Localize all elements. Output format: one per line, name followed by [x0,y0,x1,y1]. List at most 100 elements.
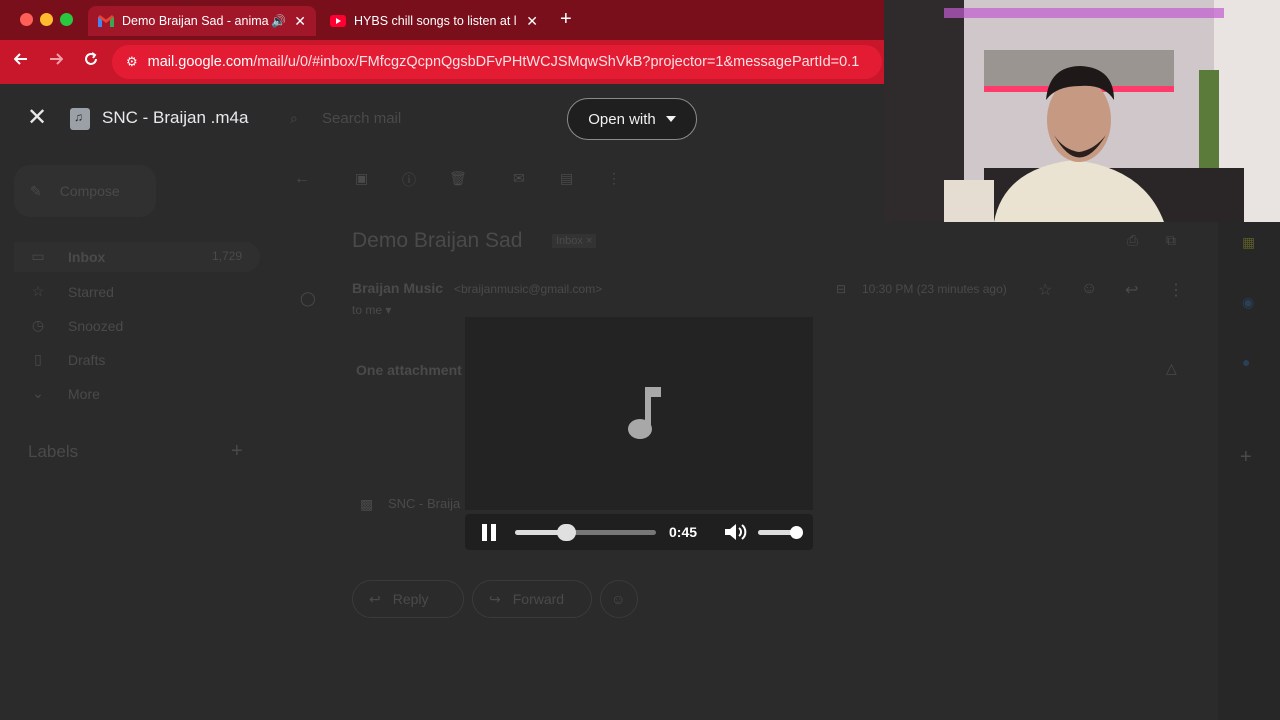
sidebar-item-label: Snoozed [68,317,124,334]
inbox-icon: ▭ [31,248,45,264]
forward-icon: ↪ [489,590,501,607]
delete-icon[interactable]: 🗑 [449,170,467,187]
seek-handle[interactable] [556,524,576,541]
attachment-clip-icon: ⊟ [836,282,847,296]
mark-unread-icon[interactable]: ✉ [513,170,525,187]
reply-icon[interactable]: ↩ [1125,280,1138,300]
minimize-window-button[interactable] [40,13,53,26]
add-label-icon[interactable]: + [231,440,243,463]
tab-youtube[interactable]: HYBS chill songs to listen at l ✕ [320,6,548,36]
open-with-button[interactable]: Open with [567,98,697,140]
close-tab-icon[interactable]: ✕ [526,13,538,30]
sender-avatar: ◯ [300,290,316,306]
emoji-react-icon[interactable]: ☺ [1081,280,1097,298]
compose-button[interactable]: ✎ Compose [14,165,156,217]
attachment-name[interactable]: SNC - Braija [388,496,460,511]
playback-time: 0:45 [669,524,698,540]
reply-icon: ↩ [369,590,381,607]
sidebar-item-inbox[interactable]: ▭ Inbox [30,248,105,265]
back-icon[interactable] [13,52,28,71]
gmail-icon [98,15,114,27]
site-settings-icon[interactable]: ⚙ [126,54,138,70]
forward-icon[interactable] [49,52,64,71]
seek-slider[interactable] [515,524,656,541]
audio-controls: 0:45 [465,514,813,550]
audio-file-icon: ▩ [360,496,374,512]
chevron-down-icon: ⌄ [32,385,44,401]
star-email-icon[interactable]: ☆ [1038,280,1052,300]
inbox-label-chip[interactable]: Inbox × [552,234,597,248]
sidebar-item-label: More [68,385,100,402]
address-bar: ⚙ mail.google.com/mail/u/0/#inbox/FMfcgz… [0,40,885,84]
archive-icon[interactable]: ▣ [355,170,368,187]
forward-button[interactable]: ↪ Forward [472,580,592,618]
url-path: /mail/u/0/#inbox/FMfcgzQcpnQgsbDFvPHtWCJ… [253,54,860,70]
add-to-drive-icon[interactable]: △ [1166,360,1177,377]
reply-label: Reply [392,591,429,607]
tasks-icon[interactable]: ◉ [1242,294,1254,311]
recipient-details[interactable]: to me ▾ [352,303,391,317]
sidebar-item-label: Inbox [68,248,106,265]
contacts-icon[interactable]: ● [1242,354,1250,370]
url-field[interactable]: ⚙ mail.google.com/mail/u/0/#inbox/FMfcgz… [112,45,882,79]
speaker-icon[interactable]: 🔊 [271,14,286,28]
open-new-window-icon[interactable]: ⧉ [1166,232,1176,249]
webcam-overlay [884,0,1280,222]
open-with-label: Open with [588,110,656,128]
music-note-icon [628,387,661,439]
pause-icon[interactable] [482,524,496,541]
new-tab-button[interactable]: + [560,9,572,29]
reply-button[interactable]: ↩ Reply [352,580,464,618]
audio-file-icon [70,108,90,130]
emoji-icon: ☺ [611,591,626,607]
more-options-icon[interactable]: ⋮ [607,170,621,187]
email-subject: Demo Braijan Sad [352,229,523,252]
close-window-button[interactable] [20,13,33,26]
clock-icon: ◷ [31,317,45,333]
back-to-inbox-icon[interactable]: ← [294,170,310,188]
pencil-icon: ✎ [30,182,42,199]
search-input[interactable]: Search mail [322,110,401,127]
email-time: 10:30 PM (23 minutes ago) [862,282,1007,296]
reload-icon[interactable] [84,52,98,71]
url-domain: mail.google.com [147,54,254,70]
maximize-window-button[interactable] [60,13,73,26]
more-icon[interactable]: ⋮ [1168,280,1184,300]
forward-label: Forward [512,591,565,607]
caret-down-icon [665,116,676,122]
webcam-image [884,0,1280,222]
inbox-count: 1,729 [212,249,243,263]
viewer-file-title: SNC - Braijan .m4a [102,108,249,127]
tab-title: Demo Braijan Sad - anima [122,14,269,28]
labels-heading: Labels [28,442,79,461]
sidebar-item-label: Starred [68,283,114,300]
browser-tab-bar: Demo Braijan Sad - anima 🔊 ✕ HYBS chill … [0,0,885,40]
star-icon: ☆ [31,283,45,299]
tab-title: HYBS chill songs to listen at l [354,14,517,28]
youtube-icon [330,15,346,27]
report-spam-icon[interactable]: ⓘ [402,170,416,190]
sidebar-item-starred[interactable]: ☆ Starred [30,283,114,300]
tab-gmail[interactable]: Demo Braijan Sad - anima 🔊 ✕ [88,6,316,36]
sidebar-item-label: Drafts [68,351,106,368]
draft-icon: ▯ [34,351,42,367]
emoji-button[interactable]: ☺ [600,580,638,618]
sidebar-item-more[interactable]: ⌄ More [30,385,100,402]
print-icon[interactable]: ⎙ [1127,232,1138,249]
volume-handle[interactable] [790,526,803,539]
screen: Demo Braijan Sad - anima 🔊 ✕ HYBS chill … [0,0,1280,720]
search-icon: ⌕ [290,110,298,126]
volume-icon[interactable] [723,522,749,542]
move-to-icon[interactable]: ▤ [560,170,573,187]
get-addons-icon[interactable]: + [1240,446,1252,469]
close-tab-icon[interactable]: ✕ [294,13,306,30]
sender-name: Braijan Music [352,280,444,296]
sidebar-item-snoozed[interactable]: ◷ Snoozed [30,317,123,334]
volume-slider[interactable] [758,526,803,539]
audio-player-display [465,317,813,510]
calendar-icon[interactable]: ▦ [1242,234,1255,251]
close-viewer-icon[interactable]: ✕ [27,106,47,130]
compose-label: Compose [59,183,120,199]
attachment-heading: One attachment [356,362,462,378]
sidebar-item-drafts[interactable]: ▯ Drafts [30,351,105,368]
